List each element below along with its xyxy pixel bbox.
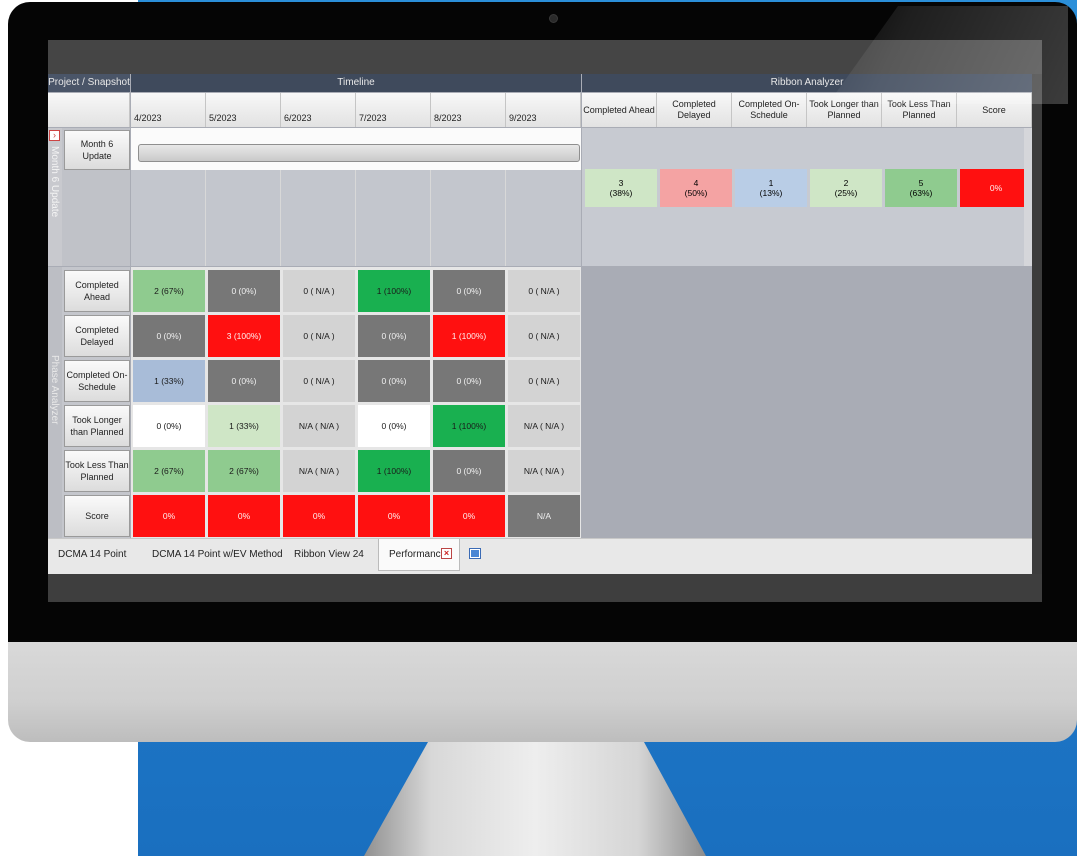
phase-cell[interactable]: 0 ( N/A ) [508, 315, 580, 357]
phase-cell[interactable]: 1 (100%) [358, 450, 430, 492]
application-window: Project / Snapshot Timeline Ribbon Analy… [48, 74, 1032, 574]
ribbon-value-cell[interactable]: 1 (13%) [735, 169, 807, 207]
window-icon-fill [471, 550, 479, 557]
ribbon-count: 4 [693, 178, 699, 188]
phase-empty-panel [582, 267, 1032, 538]
month-header[interactable]: 7/2023 [356, 93, 431, 127]
month-header[interactable]: 6/2023 [281, 93, 356, 127]
month-header[interactable]: 4/2023 [131, 93, 206, 127]
phase-cell[interactable]: 0% [208, 495, 280, 537]
month-header[interactable]: 8/2023 [431, 93, 506, 127]
phase-cell[interactable]: 0 (0%) [133, 315, 205, 357]
phase-cell[interactable]: N/A ( N/A ) [508, 450, 580, 492]
phase-row-label[interactable]: Took Longer than Planned [64, 405, 130, 447]
ribbon-value-cell[interactable]: 5 (63%) [885, 169, 957, 207]
grid-line [356, 170, 431, 266]
close-icon[interactable]: × [441, 548, 452, 559]
phase-cell[interactable]: 0 (0%) [358, 315, 430, 357]
phase-cell[interactable]: 0 ( N/A ) [508, 270, 580, 312]
phase-cell[interactable]: 1 (100%) [358, 270, 430, 312]
project-snapshot-header: Project / Snapshot [48, 74, 130, 92]
ribbon-value-cell[interactable]: 4 (50%) [660, 169, 732, 207]
phase-cell[interactable]: N/A ( N/A ) [283, 450, 355, 492]
phase-cell[interactable]: 0 ( N/A ) [283, 270, 355, 312]
timeline-progress-bar[interactable] [138, 144, 580, 162]
ribbon-percent: (13%) [759, 188, 783, 198]
snapshot-strip-label: Month 6 Update [49, 146, 60, 218]
phase-cell[interactable]: 1 (100%) [433, 315, 505, 357]
phase-cell[interactable]: 0 (0%) [433, 360, 505, 402]
phase-cell[interactable]: 0% [358, 495, 430, 537]
window-bottom-bar [48, 574, 1042, 602]
window-icon[interactable] [469, 548, 481, 559]
phase-cell[interactable]: 0 ( N/A ) [283, 315, 355, 357]
phase-cell[interactable]: N/A [508, 495, 580, 537]
ribbon-percent: (63%) [909, 188, 933, 198]
month-header[interactable]: 9/2023 [506, 93, 581, 127]
phase-cell[interactable]: 2 (67%) [133, 270, 205, 312]
ribbon-value-cell[interactable]: 3 (38%) [585, 169, 657, 207]
phase-cell[interactable]: N/A ( N/A ) [508, 405, 580, 447]
tab-dcma-14-point-ev[interactable]: DCMA 14 Point w/EV Method [152, 539, 283, 571]
phase-cell[interactable]: 2 (67%) [133, 450, 205, 492]
phase-cell[interactable]: 0 (0%) [433, 450, 505, 492]
timeline-header: Timeline [131, 74, 581, 92]
phase-cell[interactable]: 3 (100%) [208, 315, 280, 357]
phase-cell[interactable]: 0 (0%) [358, 405, 430, 447]
phase-row-label[interactable]: Completed Delayed [64, 315, 130, 357]
ribbon-value-cell[interactable]: 2 (25%) [810, 169, 882, 207]
monitor-chin [8, 642, 1077, 742]
grid-line [281, 170, 356, 266]
phase-cell[interactable]: N/A ( N/A ) [283, 405, 355, 447]
tab-bar: DCMA 14 Point DCMA 14 Point w/EV Method … [48, 538, 1032, 574]
ribbon-count: 2 [843, 178, 849, 188]
corner-header [48, 93, 130, 127]
ribbon-percent: (50%) [684, 188, 708, 198]
phase-cell[interactable]: 2 (67%) [208, 450, 280, 492]
chevron-icon[interactable]: › [49, 130, 60, 141]
ribbon-column-header[interactable]: Completed On-Schedule [732, 93, 807, 127]
ribbon-percent: (25%) [834, 188, 858, 198]
phase-cell[interactable]: 0% [283, 495, 355, 537]
ribbon-column-header[interactable]: Completed Ahead [582, 93, 657, 127]
phase-cell[interactable]: 1 (33%) [208, 405, 280, 447]
grid-line [206, 170, 281, 266]
snapshot-strip: › Month 6 Update [48, 128, 62, 266]
phase-cell[interactable]: 0 (0%) [433, 270, 505, 312]
phase-row-label[interactable]: Completed On-Schedule [64, 360, 130, 402]
phase-row-label[interactable]: Completed Ahead [64, 270, 130, 312]
ribbon-count: 5 [918, 178, 924, 188]
phase-strip-label: Phase Analyzer [49, 355, 60, 425]
tab-performance-label: Performance [389, 549, 447, 560]
month-header[interactable]: 5/2023 [206, 93, 281, 127]
ribbon-percent: 0% [989, 183, 1003, 193]
phase-cell[interactable]: 0 ( N/A ) [283, 360, 355, 402]
phase-cell[interactable]: 0 (0%) [208, 360, 280, 402]
phase-cell[interactable]: 0 (0%) [208, 270, 280, 312]
tab-dcma-14-point[interactable]: DCMA 14 Point [58, 539, 126, 571]
phase-cell[interactable]: 0% [133, 495, 205, 537]
ribbon-count: 3 [618, 178, 624, 188]
grid-line [431, 170, 506, 266]
tab-ribbon-view-24[interactable]: Ribbon View 24 [294, 539, 364, 571]
phase-cell[interactable]: 1 (33%) [133, 360, 205, 402]
phase-cell[interactable]: 1 (100%) [433, 405, 505, 447]
phase-row-label[interactable]: Took Less Than Planned [64, 450, 130, 492]
camera-dot [549, 14, 558, 23]
phase-cell[interactable]: 0 ( N/A ) [508, 360, 580, 402]
ribbon-percent: (38%) [609, 188, 633, 198]
grid-line [131, 170, 206, 266]
ribbon-column-header[interactable]: Completed Delayed [657, 93, 732, 127]
phase-cell[interactable]: 0 (0%) [358, 360, 430, 402]
phase-strip: Phase Analyzer [48, 267, 62, 538]
ribbon-count: 1 [768, 178, 774, 188]
phase-cell[interactable]: 0 (0%) [133, 405, 205, 447]
phase-cell[interactable]: 0% [433, 495, 505, 537]
screen: Project / Snapshot Timeline Ribbon Analy… [48, 40, 1042, 602]
snapshot-scrollbar[interactable] [1024, 128, 1032, 266]
snapshot-button[interactable]: Month 6 Update [64, 130, 130, 170]
phase-row-label[interactable]: Score [64, 495, 130, 537]
ribbon-value-cell[interactable]: 0% [960, 169, 1032, 207]
